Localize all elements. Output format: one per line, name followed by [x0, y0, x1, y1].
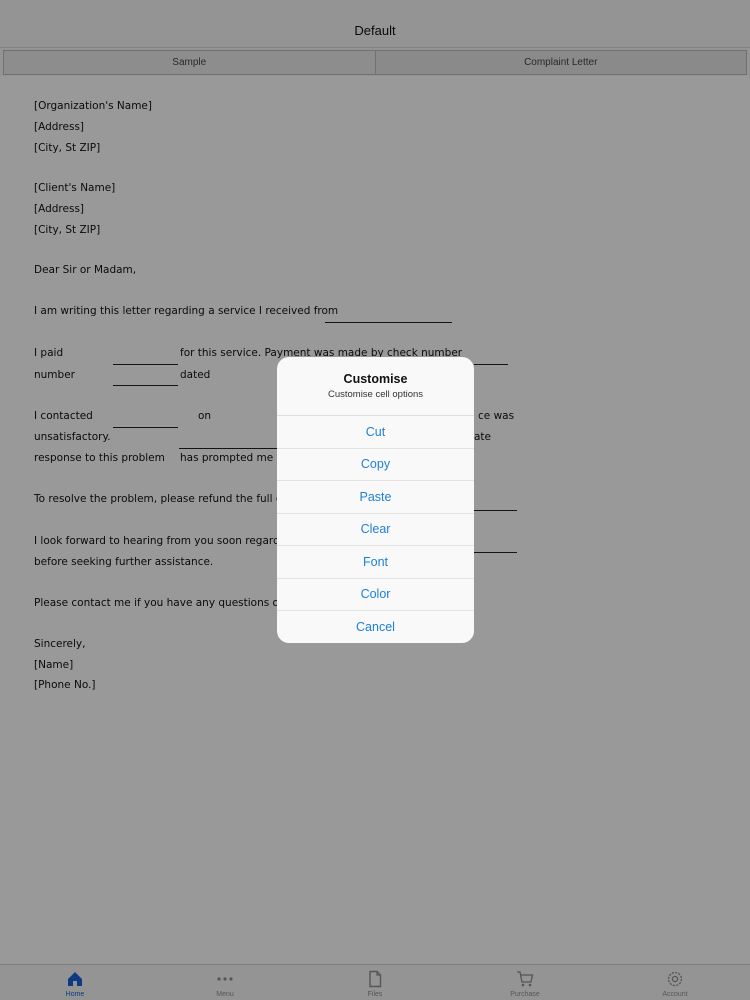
- copy-button[interactable]: Copy: [277, 449, 474, 481]
- customise-action-sheet: Customise Customise cell options Cut Cop…: [277, 357, 474, 643]
- action-sheet-subtitle: Customise cell options: [327, 389, 424, 400]
- color-button[interactable]: Color: [277, 579, 474, 611]
- cancel-button[interactable]: Cancel: [277, 611, 474, 643]
- clear-button[interactable]: Clear: [277, 514, 474, 546]
- cut-button[interactable]: Cut: [277, 416, 474, 449]
- action-sheet-header: Customise Customise cell options: [277, 357, 474, 416]
- paste-button[interactable]: Paste: [277, 481, 474, 514]
- action-sheet-title: Customise: [343, 372, 408, 386]
- font-button[interactable]: Font: [277, 546, 474, 579]
